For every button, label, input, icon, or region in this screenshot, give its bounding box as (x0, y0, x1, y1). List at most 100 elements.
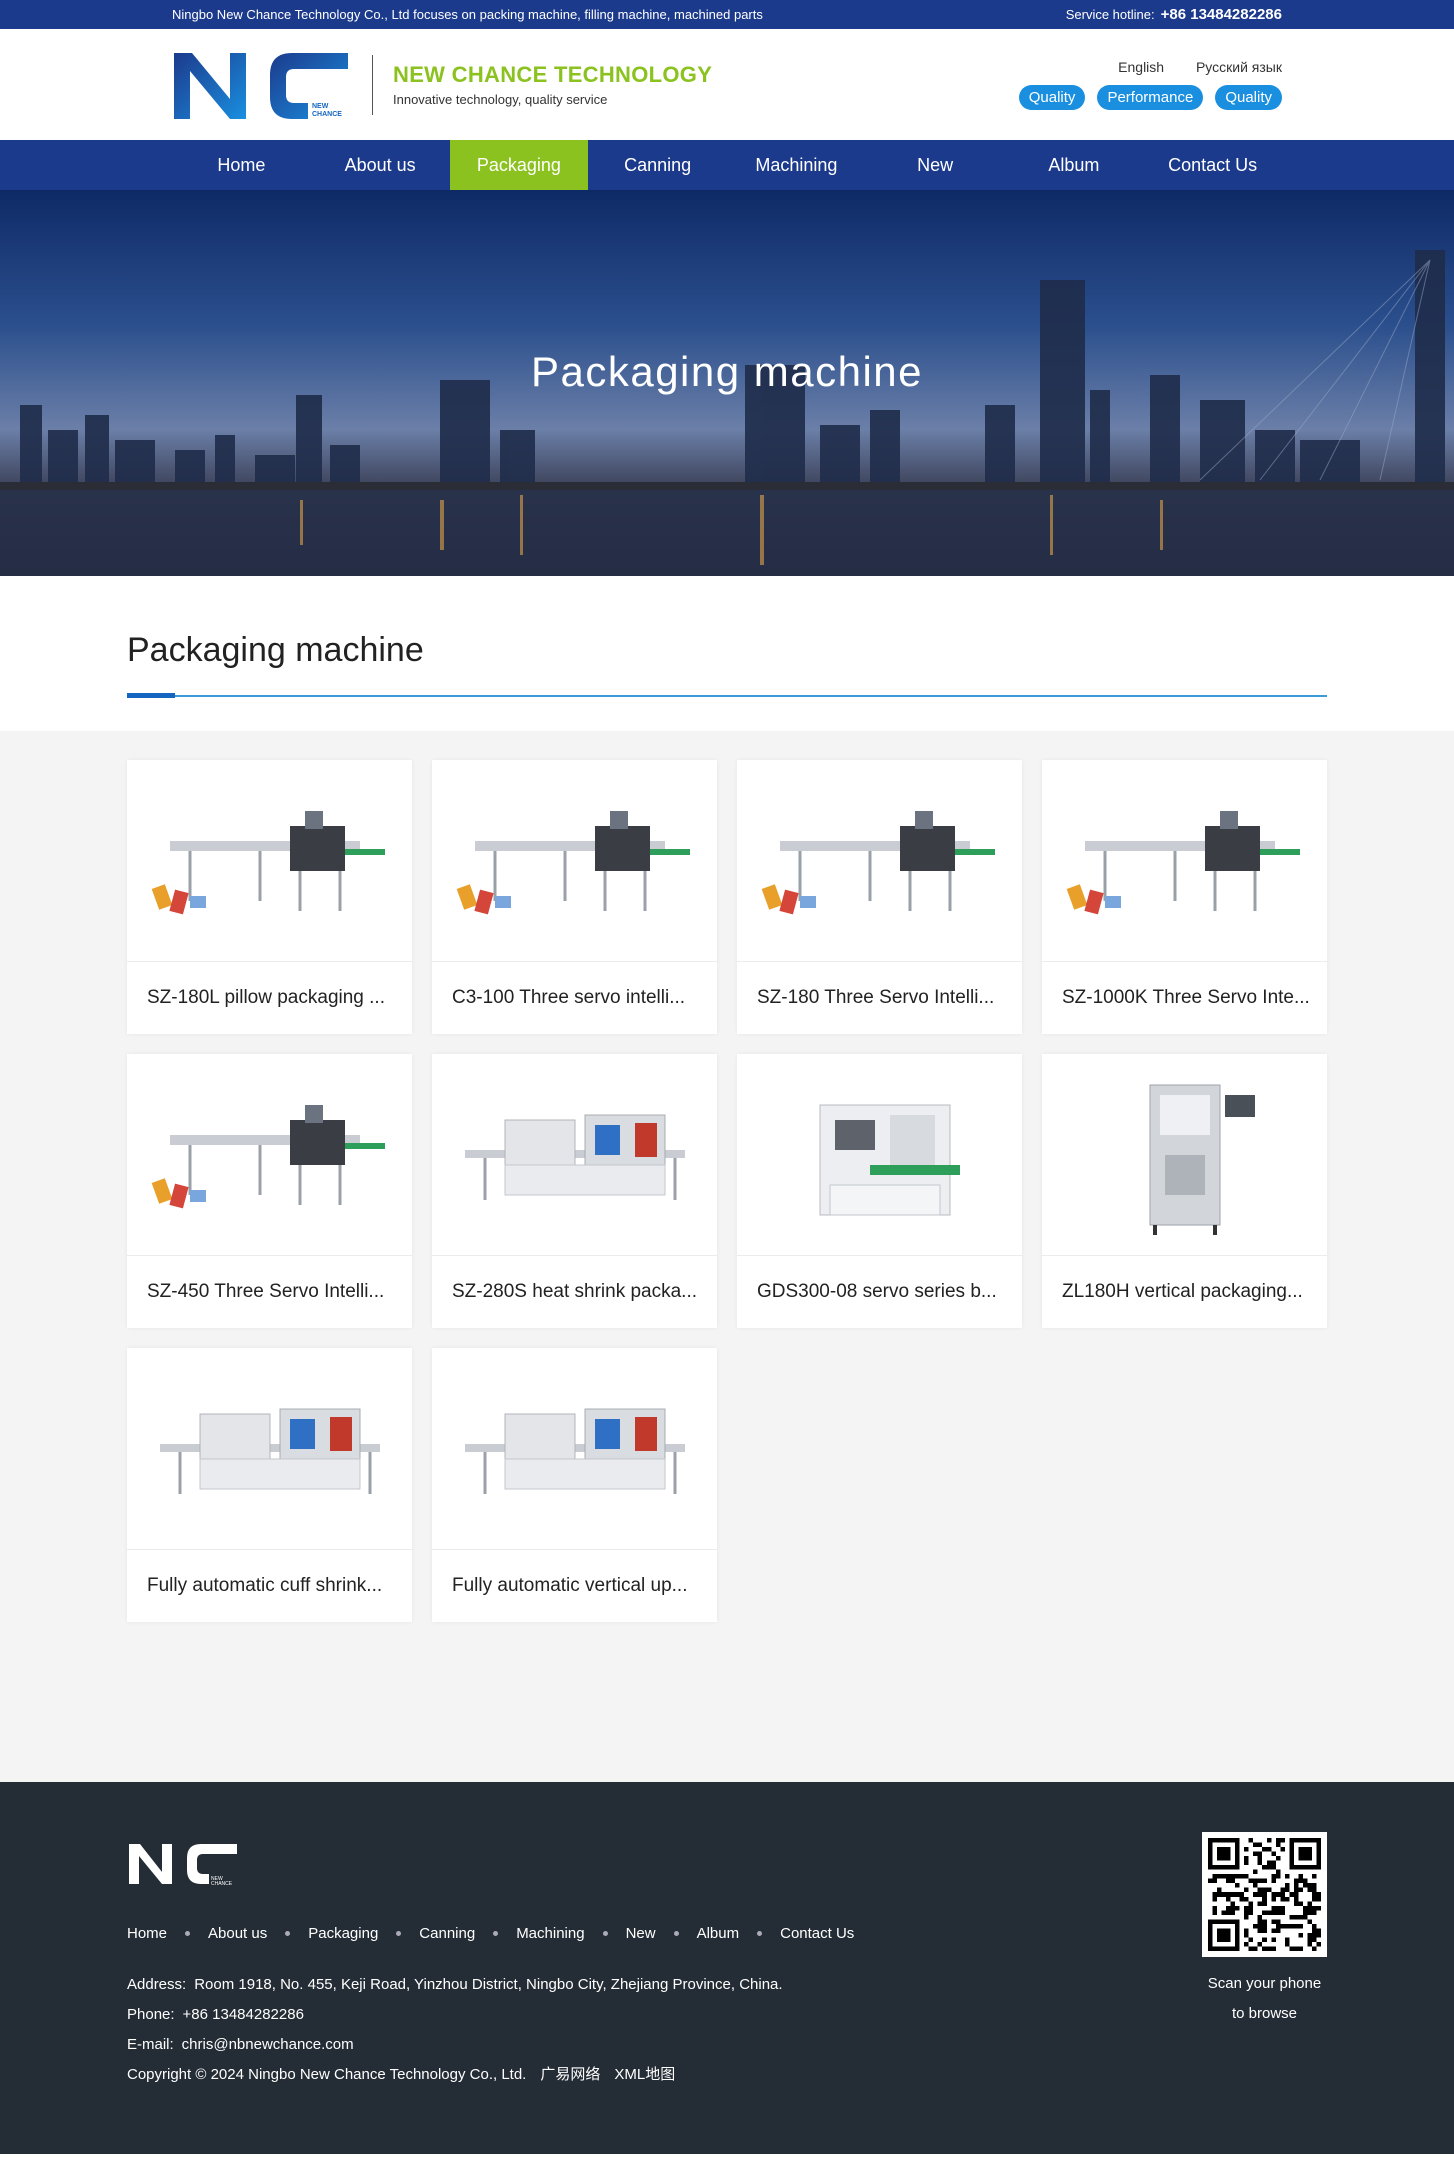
email-label: E-mail: (127, 2036, 174, 2053)
product-card[interactable]: SZ-180 Three Servo Intelli... (737, 760, 1022, 1034)
footer-link-canning[interactable]: Canning (419, 1925, 475, 1942)
phone-label: Phone: (127, 2006, 175, 2023)
hero-banner: Packaging machine (0, 190, 1454, 576)
qr-caption: Scan your phone to browse (1202, 1969, 1327, 2029)
address-label: Address: (127, 1976, 187, 1993)
product-image[interactable] (1042, 760, 1327, 962)
header-right: English Русский язык Quality Performance… (1018, 59, 1282, 110)
product-image[interactable] (1042, 1054, 1327, 1256)
section-title: Packaging machine (127, 631, 424, 669)
phone-value[interactable]: +86 13484282286 (183, 2006, 304, 2023)
footer-link-new[interactable]: New (626, 1925, 656, 1942)
nav-machining[interactable]: Machining (727, 140, 866, 190)
product-card[interactable]: C3-100 Three servo intelli... (432, 760, 717, 1034)
footer-link-home[interactable]: Home (127, 1925, 167, 1942)
product-image[interactable] (432, 1054, 717, 1256)
rotary-bag-machine-icon (819, 1104, 960, 1215)
product-name[interactable]: SZ-280S heat shrink packa... (432, 1256, 717, 1328)
language-switcher: English Русский язык (1019, 59, 1282, 75)
product-image[interactable] (127, 760, 412, 962)
slogan: Innovative technology, quality service (393, 92, 608, 107)
product-name[interactable]: ZL180H vertical packaging... (1042, 1256, 1327, 1328)
flow-wrapper-machine-icon (1066, 810, 1300, 914)
nav-new[interactable]: New (866, 140, 1005, 190)
section-header: Packaging machine (127, 576, 1327, 731)
product-card[interactable]: Fully automatic cuff shrink... (127, 1348, 412, 1622)
product-name[interactable]: C3-100 Three servo intelli... (432, 962, 717, 1034)
top-bar-intro: Ningbo New Chance Technology Co., Ltd fo… (172, 7, 763, 22)
footer-link-packaging[interactable]: Packaging (308, 1925, 378, 1942)
qr-caption-line-2: to browse (1231, 2005, 1298, 2022)
footer-link-sitemap[interactable]: XML地图 (614, 2066, 675, 2083)
product-card[interactable]: SZ-450 Three Servo Intelli... (127, 1054, 412, 1328)
product-name[interactable]: SZ-180L pillow packaging ... (127, 962, 412, 1034)
product-card[interactable]: ZL180H vertical packaging... (1042, 1054, 1327, 1328)
product-name[interactable]: SZ-450 Three Servo Intelli... (127, 1256, 412, 1328)
qr-code-icon (1202, 1832, 1327, 1957)
footer-email: E-mail: chris@nbnewchance.com (127, 2030, 1327, 2060)
footer-link-album[interactable]: Album (697, 1925, 740, 1942)
product-name[interactable]: GDS300-08 servo series b... (737, 1256, 1022, 1328)
nav-album[interactable]: Album (1005, 140, 1144, 190)
logo-small-text: NEW CHANCE (312, 103, 342, 119)
product-image[interactable] (737, 760, 1022, 962)
product-image[interactable] (127, 1348, 412, 1550)
shrink-tunnel-machine-icon (159, 1408, 380, 1494)
footer-nav: Home About us Packaging Canning Machinin… (127, 1925, 1327, 1942)
footer-link-guangyi[interactable]: 广易网络 (540, 2066, 600, 2083)
qr-caption-line-1: Scan your phone (1207, 1975, 1322, 1992)
hotline-label: Service hotline: (1065, 7, 1155, 22)
footer-link-machining[interactable]: Machining (516, 1925, 584, 1942)
product-name[interactable]: SZ-180 Three Servo Intelli... (737, 962, 1022, 1034)
address-value: Room 1918, No. 455, Keji Road, Yinzhou D… (194, 1976, 783, 1993)
product-card[interactable]: GDS300-08 servo series b... (737, 1054, 1022, 1328)
shrink-tunnel-machine-icon (464, 1408, 685, 1494)
product-name[interactable]: Fully automatic cuff shrink... (127, 1550, 412, 1622)
product-card[interactable]: SZ-280S heat shrink packa... (432, 1054, 717, 1328)
company-name: NEW CHANCE TECHNOLOGY (393, 62, 713, 87)
product-name[interactable]: SZ-1000K Three Servo Inte... (1042, 962, 1327, 1034)
nav-home[interactable]: Home (172, 140, 311, 190)
product-card[interactable]: SZ-180L pillow packaging ... (127, 760, 412, 1034)
nav-contact-us[interactable]: Contact Us (1143, 140, 1282, 190)
copyright-text: Copyright © 2024 Ningbo New Chance Techn… (127, 2066, 527, 2083)
product-image[interactable] (737, 1054, 1022, 1256)
nav-packaging[interactable]: Packaging (449, 140, 589, 190)
shrink-tunnel-machine-icon (464, 1114, 685, 1200)
lang-english-link[interactable]: English (1118, 59, 1164, 75)
feature-pills: Quality Performance Quality (1018, 85, 1282, 110)
banner-title: Packaging machine (530, 348, 924, 395)
product-image[interactable] (127, 1054, 412, 1256)
footer-address: Address: Room 1918, No. 455, Keji Road, Y… (127, 1970, 1327, 2000)
footer-link-about-us[interactable]: About us (208, 1925, 267, 1942)
svg-text:CHANCE: CHANCE (211, 1881, 233, 1886)
product-card[interactable]: SZ-1000K Three Servo Inte... (1042, 760, 1327, 1034)
product-image[interactable] (432, 1348, 717, 1550)
flow-wrapper-machine-icon (151, 1104, 385, 1208)
hotline-number[interactable]: +86 13484282286 (1161, 6, 1282, 23)
footer-phone: Phone: +86 13484282286 (127, 2000, 1327, 2030)
email-value[interactable]: chris@nbnewchance.com (182, 2036, 354, 2053)
footer-copyright: Copyright © 2024 Ningbo New Chance Techn… (127, 2060, 1327, 2090)
pill-quality-2: Quality (1215, 85, 1282, 110)
nav-about-us[interactable]: About us (311, 140, 450, 190)
brand[interactable]: NEW CHANCE NEW CHANCE TECHNOLOGY Innovat… (172, 49, 712, 121)
section-title-underline (127, 693, 1327, 698)
product-image[interactable] (432, 760, 717, 962)
site-footer: NEW CHANCE Home About us Packaging Canni… (0, 1782, 1454, 2154)
nav-canning[interactable]: Canning (588, 140, 727, 190)
product-name[interactable]: Fully automatic vertical up... (432, 1550, 717, 1622)
flow-wrapper-machine-icon (761, 810, 995, 914)
footer-contact-info: Address: Room 1918, No. 455, Keji Road, Y… (127, 1970, 1327, 2090)
main-nav: Home About us Packaging Canning Machinin… (0, 140, 1454, 190)
footer-logo-icon[interactable]: NEW CHANCE (127, 1842, 237, 1887)
service-hotline: Service hotline: +86 13484282286 (1066, 6, 1282, 23)
top-bar: Ningbo New Chance Technology Co., Ltd fo… (0, 0, 1454, 29)
footer-link-contact-us[interactable]: Contact Us (780, 1925, 854, 1942)
logo[interactable]: NEW CHANCE (172, 49, 348, 121)
site-header: NEW CHANCE NEW CHANCE TECHNOLOGY Innovat… (0, 29, 1454, 140)
logo-small-line-2: CHANCE (312, 110, 342, 118)
vertical-packer-machine-icon (1149, 1084, 1255, 1235)
product-card[interactable]: Fully automatic vertical up... (432, 1348, 717, 1622)
lang-russian-link[interactable]: Русский язык (1196, 59, 1282, 75)
